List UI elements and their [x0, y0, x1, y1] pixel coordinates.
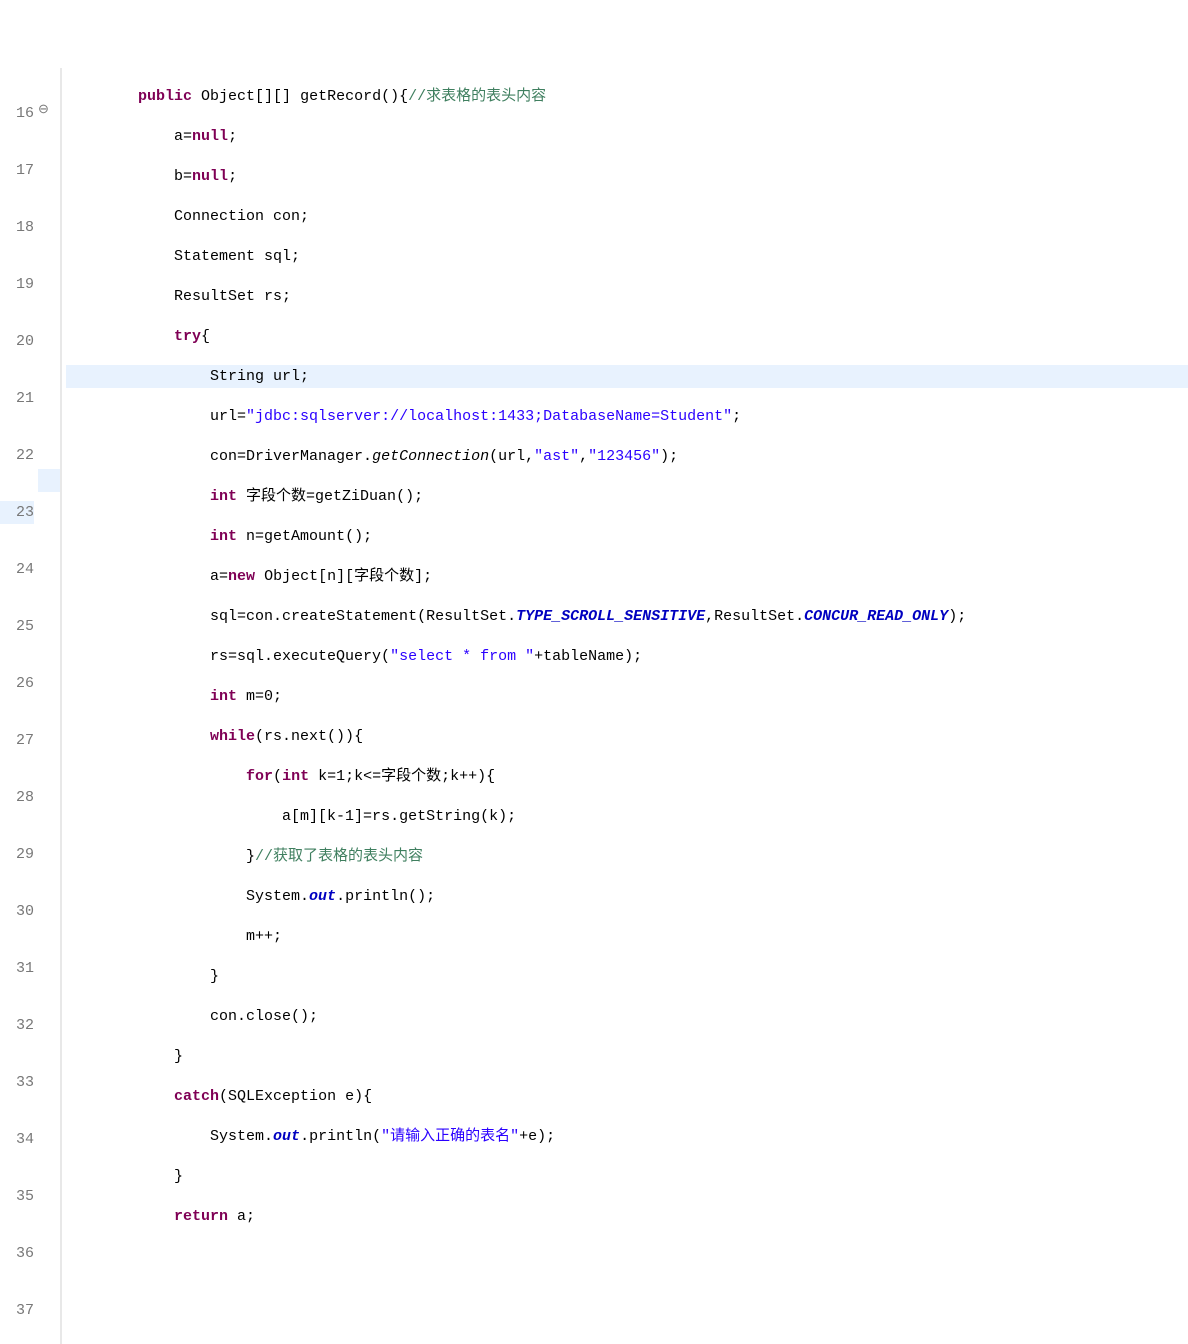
code-line[interactable]: System.out.println();: [66, 885, 1188, 908]
line-number: 17: [0, 159, 34, 182]
line-number: 18: [0, 216, 34, 239]
line-number: 27: [0, 729, 34, 752]
fold-marker: [38, 1317, 60, 1340]
code-line[interactable]: ResultSet rs;: [66, 285, 1188, 308]
code-line[interactable]: url="jdbc:sqlserver://localhost:1433;Dat…: [66, 405, 1188, 428]
line-number: 23: [0, 501, 34, 524]
line-number: 21: [0, 387, 34, 410]
fold-marker: [38, 734, 60, 757]
code-line[interactable]: con.close();: [66, 1005, 1188, 1028]
fold-marker: [38, 787, 60, 810]
fold-marker: [38, 1211, 60, 1234]
fold-marker: [38, 204, 60, 227]
code-line[interactable]: try{: [66, 325, 1188, 348]
fold-marker: [38, 628, 60, 651]
code-content[interactable]: public Object[][] getRecord(){//求表格的表头内容…: [62, 68, 1188, 1344]
code-line[interactable]: con=DriverManager.getConnection(url,"ast…: [66, 445, 1188, 468]
fold-marker: [38, 310, 60, 333]
code-line[interactable]: public Object[][] getRecord(){//求表格的表头内容: [66, 85, 1188, 108]
code-editor[interactable]: 16 17 18 19 20 21 22 23 24 25 26 27 28 2…: [0, 68, 1188, 1344]
fold-marker: [38, 1158, 60, 1181]
code-line[interactable]: sql=con.createStatement(ResultSet.TYPE_S…: [66, 605, 1188, 628]
fold-marker-gutter: ⊖: [38, 68, 60, 1344]
line-number: 31: [0, 957, 34, 980]
code-line[interactable]: }//获取了表格的表头内容: [66, 845, 1188, 868]
fold-marker: [38, 1264, 60, 1287]
code-line[interactable]: a[m][k-1]=rs.getString(k);: [66, 805, 1188, 828]
code-line[interactable]: Statement sql;: [66, 245, 1188, 268]
line-number: 19: [0, 273, 34, 296]
fold-marker[interactable]: ⊖: [38, 98, 60, 121]
line-number: 26: [0, 672, 34, 695]
fold-marker: [38, 1105, 60, 1128]
line-number: 25: [0, 615, 34, 638]
code-line[interactable]: a=null;: [66, 125, 1188, 148]
code-line[interactable]: }: [66, 1045, 1188, 1068]
line-number: 36: [0, 1242, 34, 1265]
fold-marker: [38, 257, 60, 280]
fold-marker: [38, 946, 60, 969]
fold-marker: [38, 363, 60, 386]
line-number: 20: [0, 330, 34, 353]
code-line[interactable]: catch(SQLException e){: [66, 1085, 1188, 1108]
fold-marker: [38, 893, 60, 916]
code-line[interactable]: m++;: [66, 925, 1188, 948]
line-number: 30: [0, 900, 34, 923]
fold-marker: [38, 681, 60, 704]
code-line[interactable]: while(rs.next()){: [66, 725, 1188, 748]
line-number: 32: [0, 1014, 34, 1037]
line-number: 16: [0, 102, 34, 125]
line-number: 35: [0, 1185, 34, 1208]
fold-marker: [38, 840, 60, 863]
code-line[interactable]: for(int k=1;k<=字段个数;k++){: [66, 765, 1188, 788]
code-line[interactable]: Connection con;: [66, 205, 1188, 228]
line-number-gutter: 16 17 18 19 20 21 22 23 24 25 26 27 28 2…: [0, 68, 38, 1344]
code-line[interactable]: }: [66, 965, 1188, 988]
code-line[interactable]: int m=0;: [66, 685, 1188, 708]
line-number: 34: [0, 1128, 34, 1151]
line-number: 22: [0, 444, 34, 467]
fold-marker: [38, 1052, 60, 1075]
fold-marker: [38, 575, 60, 598]
code-line[interactable]: int 字段个数=getZiDuan();: [66, 485, 1188, 508]
fold-marker: [38, 469, 60, 492]
code-line[interactable]: a=new Object[n][字段个数];: [66, 565, 1188, 588]
code-line[interactable]: b=null;: [66, 165, 1188, 188]
code-line-highlighted[interactable]: String url;: [66, 365, 1188, 388]
code-line[interactable]: rs=sql.executeQuery("select * from "+tab…: [66, 645, 1188, 668]
fold-marker: [38, 522, 60, 545]
code-line[interactable]: }: [66, 1165, 1188, 1188]
code-line[interactable]: System.out.println("请输入正确的表名"+e);: [66, 1125, 1188, 1148]
fold-marker: [38, 416, 60, 439]
code-line[interactable]: int n=getAmount();: [66, 525, 1188, 548]
code-line[interactable]: return a;: [66, 1205, 1188, 1228]
line-number: 29: [0, 843, 34, 866]
line-number: 28: [0, 786, 34, 809]
line-number: 33: [0, 1071, 34, 1094]
fold-marker: [38, 999, 60, 1022]
line-number: 24: [0, 558, 34, 581]
line-number: 37: [0, 1299, 34, 1322]
fold-marker: [38, 151, 60, 174]
